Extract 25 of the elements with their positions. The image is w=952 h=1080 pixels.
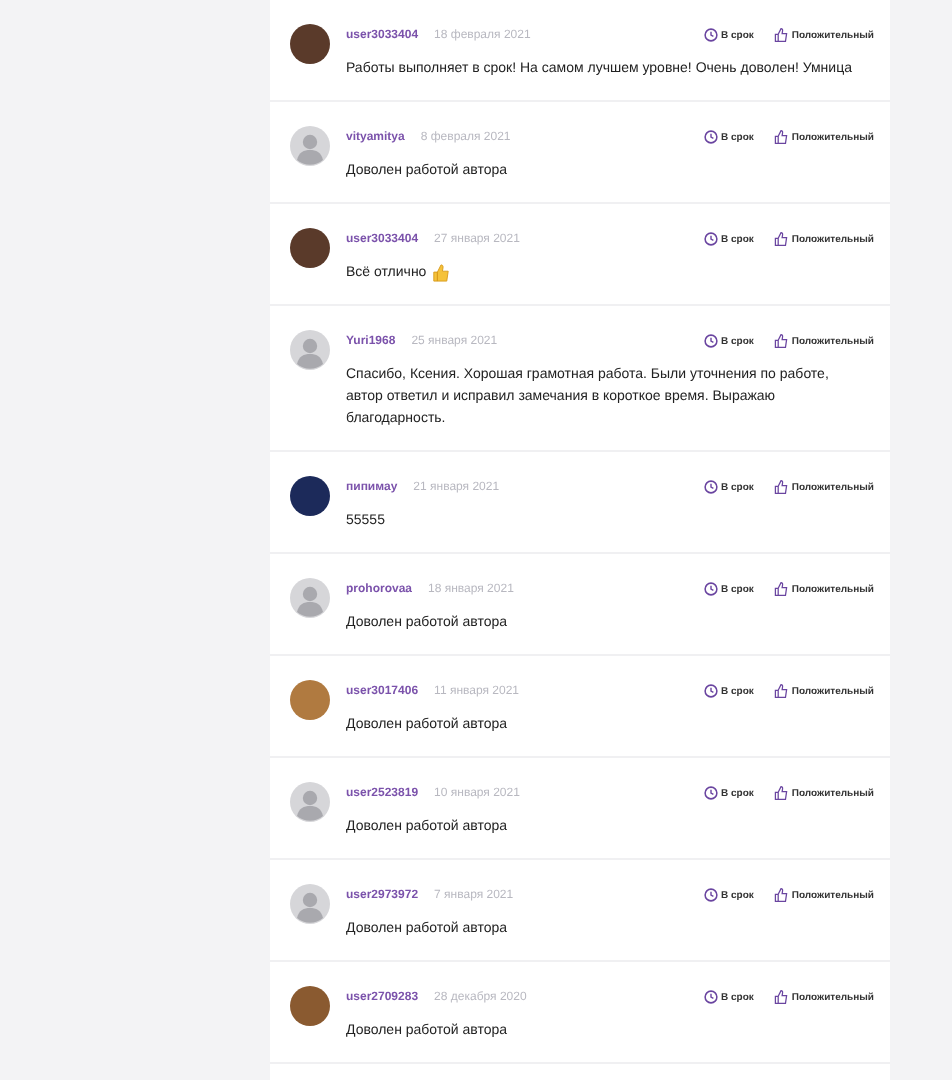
thumbs-up-icon: [773, 130, 788, 144]
thumbs-up-icon: [773, 582, 788, 596]
clock-icon: [703, 480, 717, 494]
clock-icon: [703, 582, 717, 596]
clock-icon: [703, 232, 717, 246]
clock-icon: [703, 786, 717, 800]
clock-icon: [703, 28, 717, 42]
thumbs-up-icon: [773, 990, 788, 1004]
avatar-silhouette-icon: [290, 782, 330, 822]
clock-icon: [703, 990, 717, 1004]
thumbs-up-icon: [773, 684, 788, 698]
thumbs-up-icon: [773, 786, 788, 800]
clock-icon: [703, 684, 717, 698]
avatar-silhouette-icon: [290, 884, 330, 924]
avatar-silhouette-icon: [290, 330, 330, 370]
avatar-silhouette-icon: [290, 578, 330, 618]
thumbs-up-icon: [773, 232, 788, 246]
avatar-silhouette-icon: [290, 126, 330, 166]
thumbs-up-icon: [773, 480, 788, 494]
thumbs-up-icon: [773, 334, 788, 348]
clock-icon: [703, 888, 717, 902]
thumbs-up-icon: [773, 888, 788, 902]
thumbs-up-icon: [773, 28, 788, 42]
clock-icon: [703, 130, 717, 144]
clock-icon: [703, 334, 717, 348]
